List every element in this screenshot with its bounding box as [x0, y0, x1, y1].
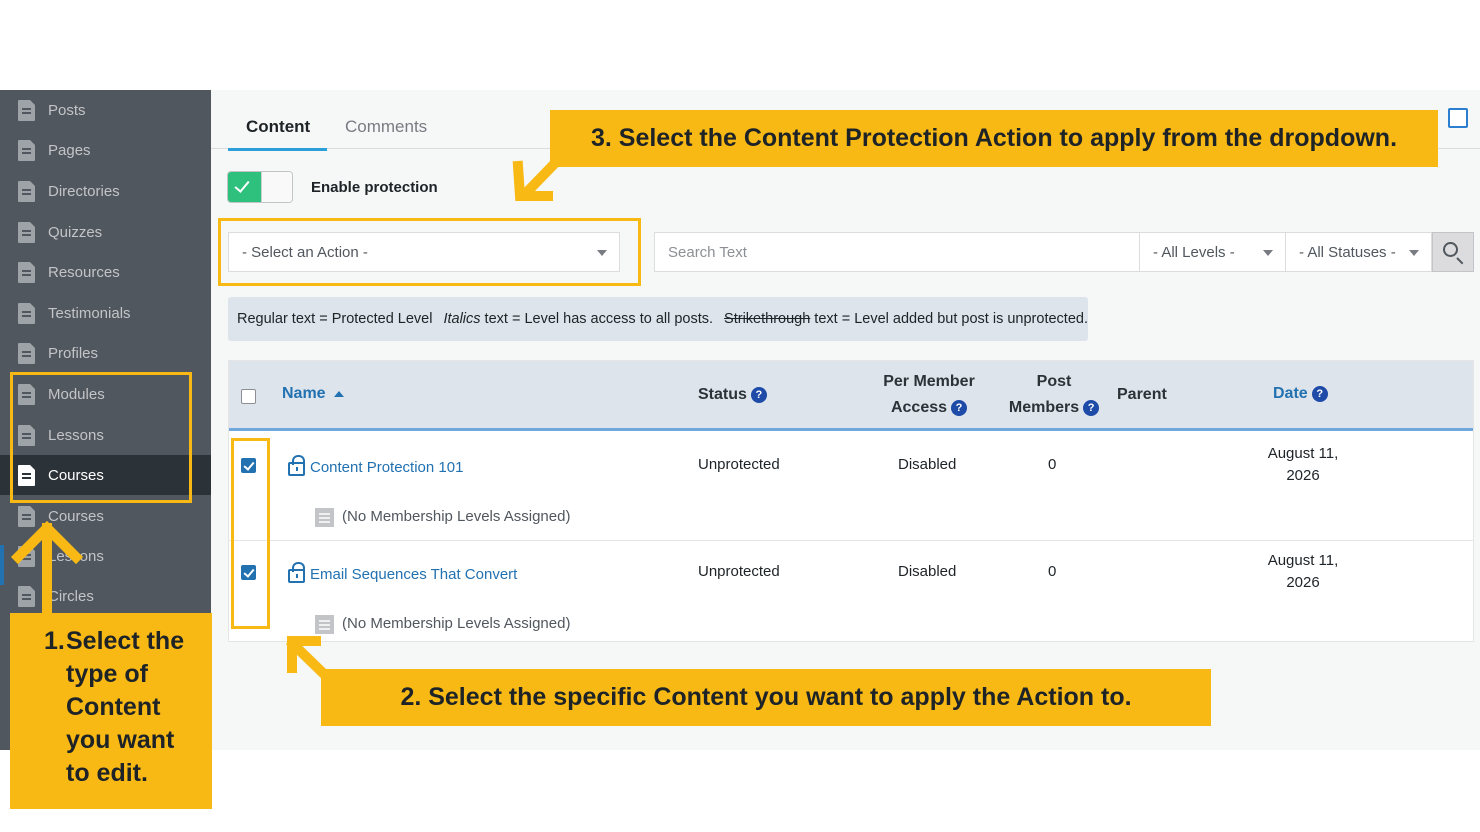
screenshot-stage: Posts Pages Directories Quizzes Resource… [0, 0, 1480, 832]
callout-step-3: 3. Select the Content Protection Action … [550, 110, 1438, 167]
callout-step-1: 1. Select the type of Content you want t… [10, 613, 212, 809]
callout-step-1-number: 1. [44, 627, 65, 655]
callout-step-1-text: Select the type of Content you want to e… [66, 627, 185, 787]
callout-step-2: 2. Select the specific Content you want … [321, 669, 1211, 726]
arrow-icon [10, 520, 84, 619]
